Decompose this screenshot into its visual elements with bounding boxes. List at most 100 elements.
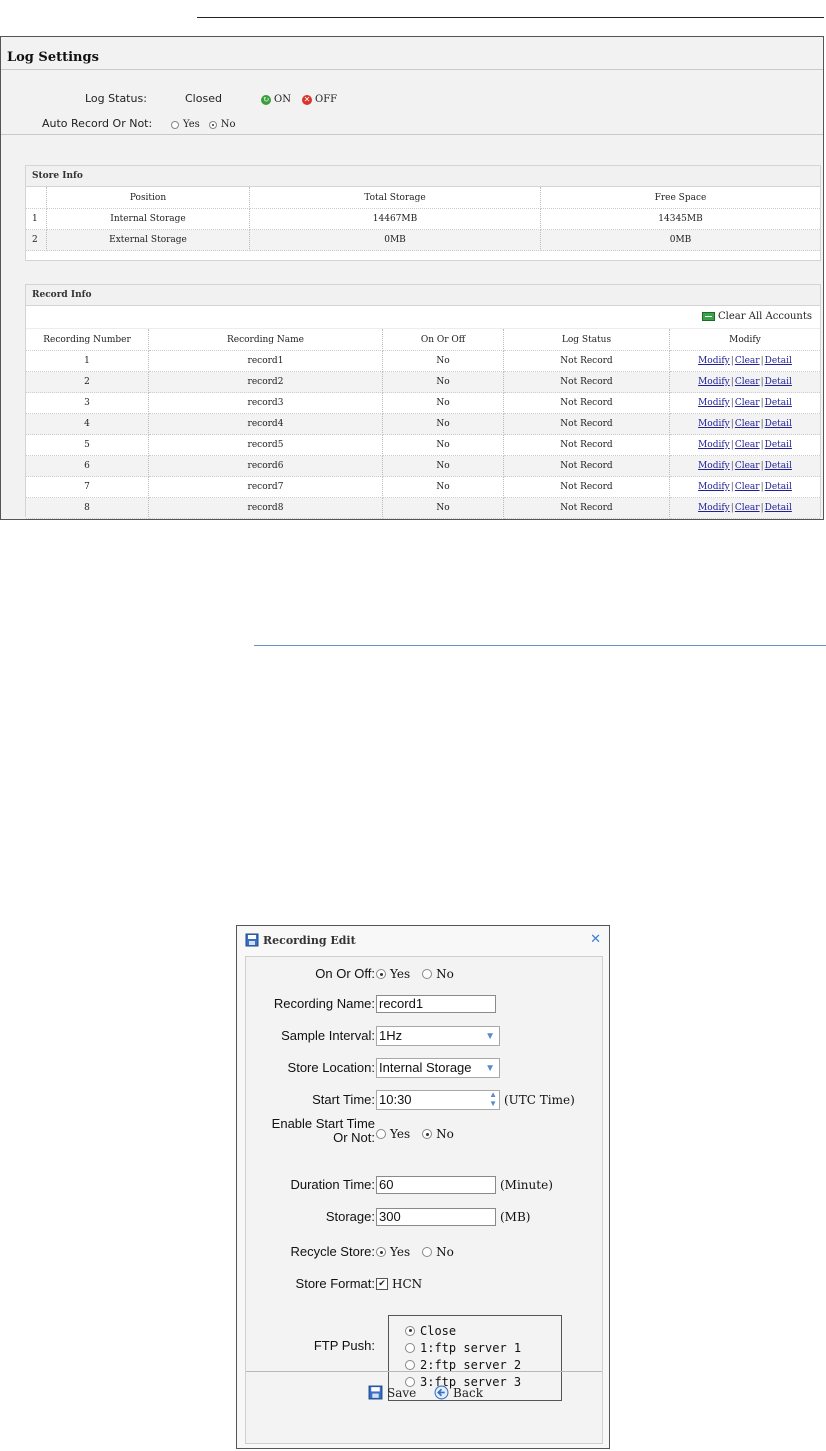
link-separator: | — [730, 503, 734, 513]
detail-link[interactable]: Detail — [765, 356, 792, 366]
detail-link[interactable]: Detail — [765, 440, 792, 450]
link-separator: | — [760, 356, 764, 366]
clear-all-label: Clear All Accounts — [718, 311, 812, 322]
recording-log-status: Not Record — [503, 497, 670, 519]
recording-number: 6 — [26, 455, 149, 477]
table-row: 2 External Storage 0MB 0MB — [26, 229, 820, 251]
store-format-checkbox[interactable]: ✔ — [376, 1278, 388, 1290]
sample-interval-value: 1Hz — [379, 1028, 403, 1043]
link-separator: | — [730, 440, 734, 450]
close-circle-icon: ✕ — [302, 94, 312, 105]
ftp-server-2-radio[interactable] — [405, 1359, 415, 1370]
spinner-arrows-icon[interactable]: ▲ ▼ — [489, 1090, 497, 1108]
recording-name-input[interactable]: record1 — [376, 995, 496, 1013]
clear-link[interactable]: Clear — [735, 482, 760, 492]
record-info-title: Record Info — [26, 285, 820, 306]
dialog-footer-divider — [246, 1371, 602, 1372]
log-on-button[interactable]: ↻ ON — [261, 94, 291, 105]
recording-log-status: Not Record — [503, 413, 670, 435]
clear-link[interactable]: Clear — [735, 461, 760, 471]
store-location-control: Internal Storage ▼ — [376, 1058, 500, 1078]
modify-link[interactable]: Modify — [698, 419, 730, 429]
on-off-yes-radio[interactable] — [376, 969, 386, 979]
on-off-label: On Or Off: — [315, 966, 375, 981]
recording-name: record1 — [148, 350, 383, 372]
log-status-value: Closed — [185, 92, 222, 105]
modify-link[interactable]: Modify — [698, 398, 730, 408]
clear-link[interactable]: Clear — [735, 356, 760, 366]
detail-link[interactable]: Detail — [765, 377, 792, 387]
modify-link[interactable]: Modify — [698, 503, 730, 513]
table-row: 2 record2 No Not Record Modify|Clear|Detail — [26, 371, 820, 393]
recording-on-off: No — [382, 455, 504, 477]
start-time-spinner[interactable]: 10:30 ▲ ▼ — [376, 1090, 500, 1110]
modify-link[interactable]: Modify — [698, 461, 730, 471]
row-actions: Modify|Clear|Detail — [669, 413, 820, 435]
ftp-option[interactable]: Close — [389, 1322, 561, 1339]
store-location-select[interactable]: Internal Storage ▼ — [376, 1058, 500, 1078]
clear-link[interactable]: Clear — [735, 377, 760, 387]
sample-interval-label: Sample Interval: — [281, 1028, 375, 1043]
store-location-value: Internal Storage — [379, 1060, 472, 1075]
modify-link[interactable]: Modify — [698, 377, 730, 387]
store-format-control: ✔ HCN — [376, 1277, 422, 1291]
recording-name: record4 — [148, 413, 383, 435]
store-format-label: Store Format: — [295, 1276, 375, 1291]
back-button[interactable]: Back — [434, 1385, 483, 1400]
recording-name: record8 — [148, 497, 383, 519]
store-format-value: HCN — [392, 1277, 423, 1291]
record-info-table: Recording Number Recording Name On Or Of… — [26, 329, 820, 519]
link-separator: | — [730, 461, 734, 471]
recording-number: 3 — [26, 392, 149, 414]
recording-log-status: Not Record — [503, 392, 670, 414]
duration-time-input[interactable]: 60 — [376, 1176, 496, 1194]
store-info-table: Position Total Storage Free Space 1 Inte… — [26, 187, 820, 251]
modify-link[interactable]: Modify — [698, 482, 730, 492]
modify-link[interactable]: Modify — [698, 440, 730, 450]
store-info-section: Store Info Position Total Storage Free S… — [25, 165, 821, 261]
detail-link[interactable]: Detail — [765, 461, 792, 471]
clear-link[interactable]: Clear — [735, 503, 760, 513]
table-row: 1 record1 No Not Record Modify|Clear|Detail — [26, 350, 820, 372]
row-actions: Modify|Clear|Detail — [669, 350, 820, 372]
store-total: 14467MB — [249, 208, 541, 230]
clear-link[interactable]: Clear — [735, 398, 760, 408]
clear-link[interactable]: Clear — [735, 440, 760, 450]
start-time-label: Start Time: — [312, 1092, 375, 1107]
table-row: 4 record4 No Not Record Modify|Clear|Detail — [26, 413, 820, 435]
enable-start-yes-radio[interactable] — [376, 1129, 386, 1139]
recording-log-status: Not Record — [503, 434, 670, 456]
save-label: Save — [387, 1385, 417, 1400]
close-icon[interactable]: ✕ — [590, 932, 601, 947]
enable-start-yes-label: Yes — [390, 1127, 411, 1141]
minus-icon — [702, 312, 716, 321]
enable-start-no-radio[interactable] — [422, 1129, 433, 1139]
ftp-close-radio[interactable] — [405, 1325, 415, 1336]
recycle-no-radio[interactable] — [422, 1247, 433, 1257]
log-off-button[interactable]: ✕ OFF — [302, 94, 337, 105]
detail-link[interactable]: Detail — [765, 398, 792, 408]
modify-link[interactable]: Modify — [698, 356, 730, 366]
on-off-yes-label: Yes — [390, 967, 411, 981]
auto-record-yes-radio[interactable] — [171, 120, 179, 129]
recording-on-off: No — [382, 392, 504, 414]
auto-record-no-radio[interactable] — [208, 120, 217, 129]
detail-link[interactable]: Detail — [765, 503, 792, 513]
clear-all-accounts-button[interactable]: Clear All Accounts — [702, 311, 812, 322]
link-separator: | — [760, 398, 764, 408]
recording-log-status: Not Record — [503, 371, 670, 393]
storage-input[interactable]: 300 — [376, 1208, 496, 1226]
enable-start-time-label-line1: Enable Start Time — [271, 1116, 375, 1131]
dialog-title-bar: Recording Edit — [237, 926, 609, 954]
ftp-option[interactable]: 1:ftp server 1 — [389, 1339, 561, 1356]
clear-link[interactable]: Clear — [735, 419, 760, 429]
recycle-yes-radio[interactable] — [376, 1247, 386, 1257]
sample-interval-select[interactable]: 1Hz ▼ — [376, 1026, 500, 1046]
detail-link[interactable]: Detail — [765, 419, 792, 429]
link-separator: | — [760, 419, 764, 429]
ftp-server-1-radio[interactable] — [405, 1342, 415, 1353]
on-off-no-radio[interactable] — [422, 969, 433, 979]
save-button[interactable]: Save — [368, 1385, 416, 1400]
detail-link[interactable]: Detail — [765, 482, 792, 492]
save-disk-icon — [245, 933, 259, 947]
